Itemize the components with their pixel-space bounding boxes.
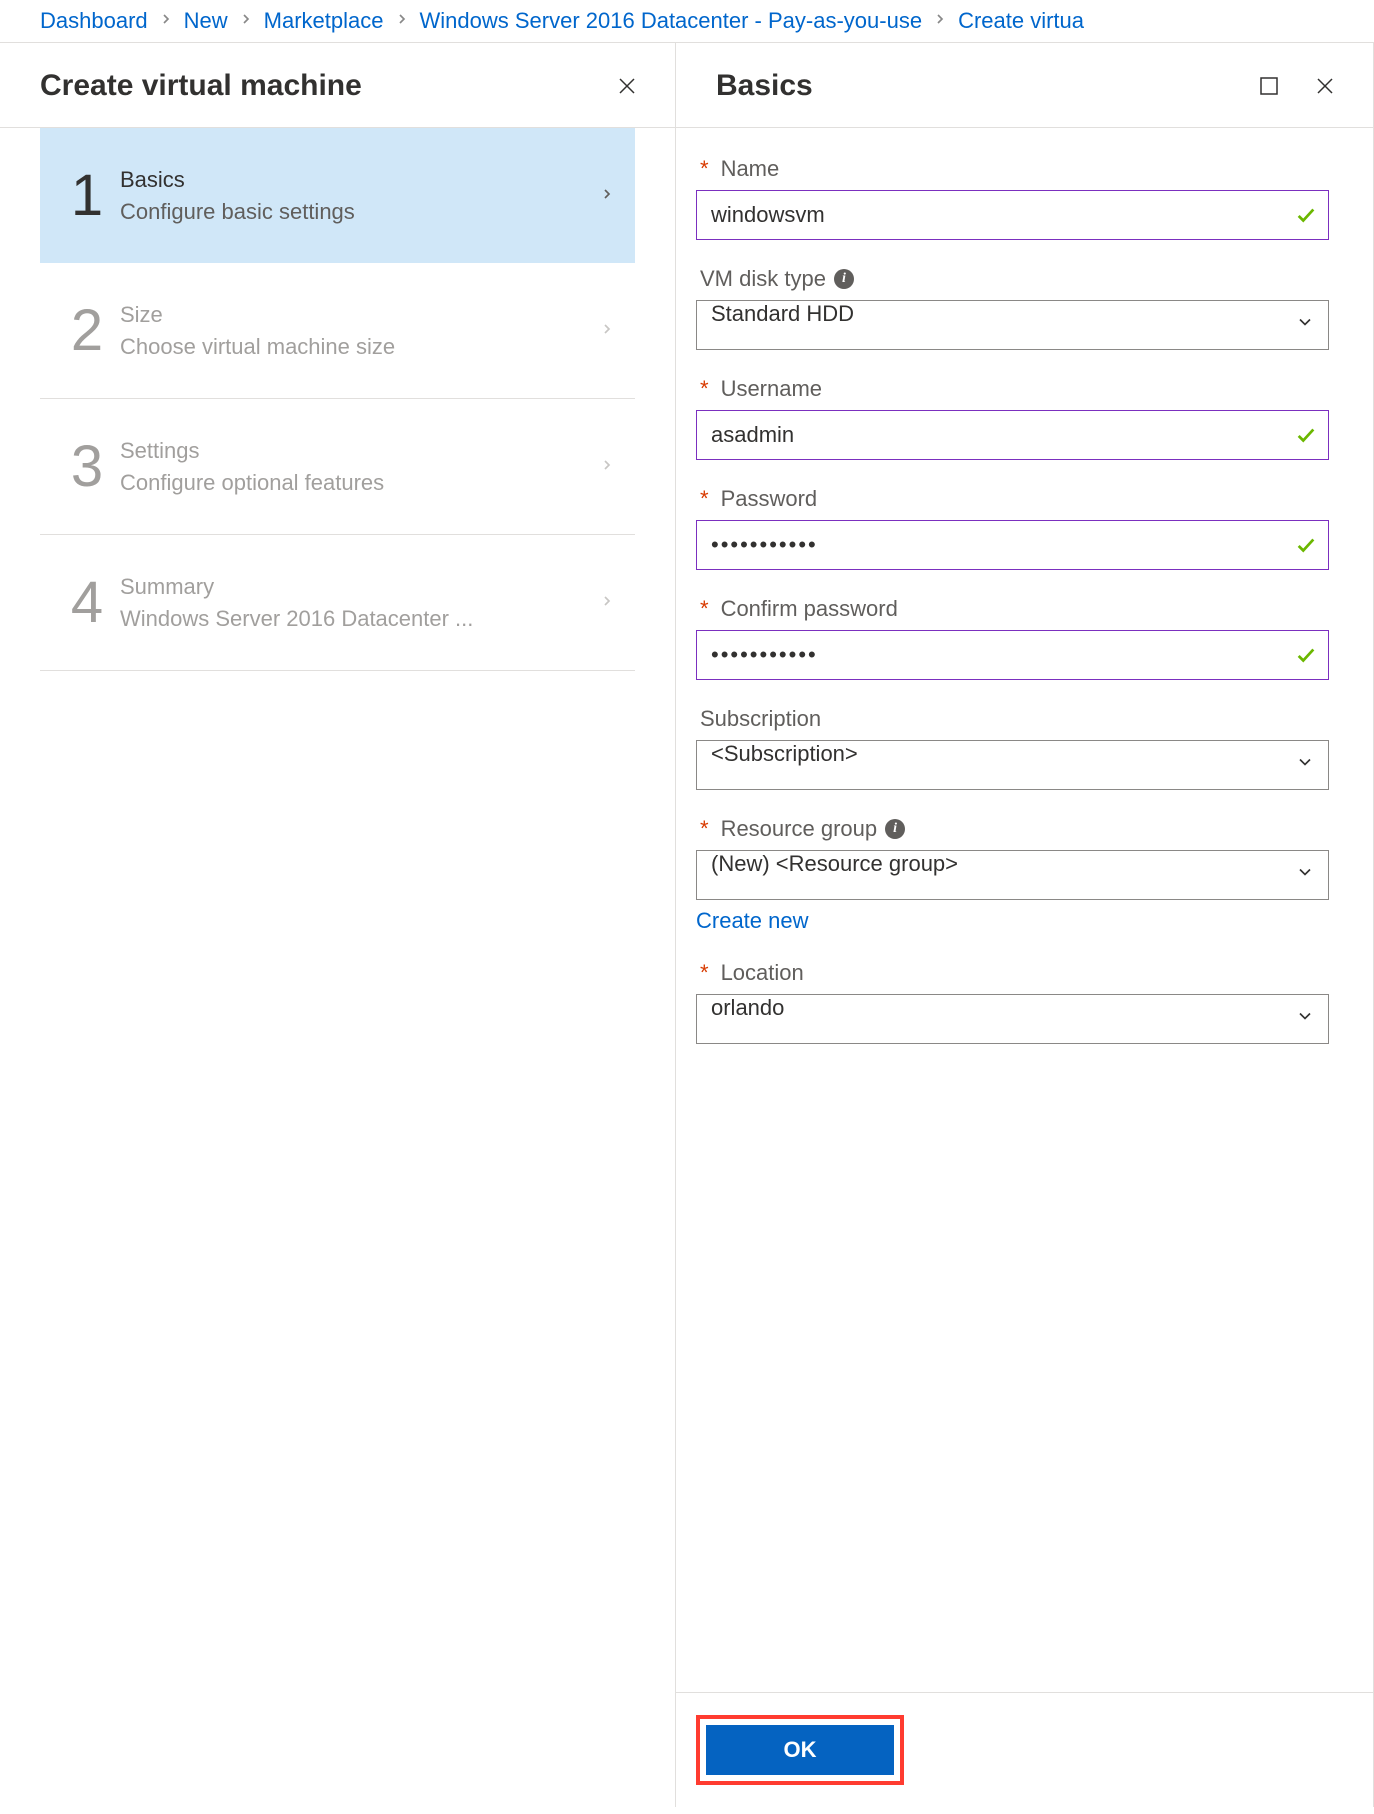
step-number: 1 xyxy=(54,162,120,229)
blade-create-vm: Create virtual machine 1 Basics Configur… xyxy=(0,43,676,1807)
label-subscription: Subscription xyxy=(700,706,821,732)
step-subtitle: Choose virtual machine size xyxy=(120,334,599,360)
ok-button-highlight: OK xyxy=(696,1715,904,1785)
ok-button[interactable]: OK xyxy=(706,1725,894,1775)
label-disk-type: VM disk type xyxy=(700,266,826,292)
step-title: Summary xyxy=(120,574,599,600)
step-title: Size xyxy=(120,302,599,328)
step-settings[interactable]: 3 Settings Configure optional features xyxy=(40,399,635,535)
chevron-down-icon xyxy=(1295,752,1315,778)
chevron-right-icon xyxy=(599,455,615,479)
step-title: Basics xyxy=(120,167,599,193)
chevron-down-icon xyxy=(1295,862,1315,888)
close-icon[interactable] xyxy=(1311,72,1339,100)
step-number: 4 xyxy=(54,569,120,636)
password-input[interactable] xyxy=(696,520,1329,570)
required-marker: * xyxy=(700,156,709,182)
blade-footer: OK xyxy=(676,1692,1373,1807)
step-title: Settings xyxy=(120,438,599,464)
label-username: Username xyxy=(721,376,822,402)
check-icon xyxy=(1295,534,1317,556)
wizard-steps: 1 Basics Configure basic settings 2 Size… xyxy=(0,128,675,671)
blade-title-left: Create virtual machine xyxy=(40,69,362,103)
step-number: 3 xyxy=(54,433,120,500)
field-name: * Name xyxy=(696,156,1329,240)
required-marker: * xyxy=(700,816,709,842)
chevron-right-icon xyxy=(158,11,174,32)
blade-header-left: Create virtual machine xyxy=(0,43,675,128)
field-disk-type: VM disk type i Standard HDD xyxy=(696,266,1329,350)
breadcrumb-new[interactable]: New xyxy=(184,8,228,34)
required-marker: * xyxy=(700,596,709,622)
chevron-right-icon xyxy=(599,319,615,343)
info-icon[interactable]: i xyxy=(834,269,854,289)
subscription-select[interactable]: <Subscription> xyxy=(696,740,1329,790)
field-password: * Password xyxy=(696,486,1329,570)
label-resource-group: Resource group xyxy=(721,816,878,842)
field-resource-group: * Resource group i (New) <Resource group… xyxy=(696,816,1329,934)
label-name: Name xyxy=(721,156,780,182)
breadcrumb-dashboard[interactable]: Dashboard xyxy=(40,8,148,34)
step-subtitle: Windows Server 2016 Datacenter ... xyxy=(120,606,599,632)
username-input[interactable] xyxy=(696,410,1329,460)
chevron-right-icon xyxy=(932,11,948,32)
chevron-right-icon xyxy=(599,184,615,208)
blade-basics: Basics * Name xyxy=(676,43,1374,1807)
required-marker: * xyxy=(700,376,709,402)
resource-group-select[interactable]: (New) <Resource group> xyxy=(696,850,1329,900)
chevron-right-icon xyxy=(599,591,615,615)
name-input[interactable] xyxy=(696,190,1329,240)
label-password: Password xyxy=(721,486,818,512)
required-marker: * xyxy=(700,960,709,986)
step-summary[interactable]: 4 Summary Windows Server 2016 Datacenter… xyxy=(40,535,635,671)
field-confirm-password: * Confirm password xyxy=(696,596,1329,680)
breadcrumb-create-virtual[interactable]: Create virtua xyxy=(958,8,1084,34)
chevron-right-icon xyxy=(394,11,410,32)
field-location: * Location orlando xyxy=(696,960,1329,1044)
step-subtitle: Configure optional features xyxy=(120,470,599,496)
disk-type-select[interactable]: Standard HDD xyxy=(696,300,1329,350)
label-confirm-password: Confirm password xyxy=(721,596,898,622)
step-subtitle: Configure basic settings xyxy=(120,199,599,225)
step-number: 2 xyxy=(54,297,120,364)
create-new-link[interactable]: Create new xyxy=(696,908,809,934)
blade-header-right: Basics xyxy=(676,43,1373,128)
info-icon[interactable]: i xyxy=(885,819,905,839)
field-subscription: Subscription <Subscription> xyxy=(696,706,1329,790)
check-icon xyxy=(1295,424,1317,446)
breadcrumb-marketplace[interactable]: Marketplace xyxy=(264,8,384,34)
step-basics[interactable]: 1 Basics Configure basic settings xyxy=(40,128,635,263)
breadcrumb-windows-server[interactable]: Windows Server 2016 Datacenter - Pay-as-… xyxy=(420,8,923,34)
field-username: * Username xyxy=(696,376,1329,460)
required-marker: * xyxy=(700,486,709,512)
location-select[interactable]: orlando xyxy=(696,994,1329,1044)
check-icon xyxy=(1295,204,1317,226)
breadcrumb: Dashboard New Marketplace Windows Server… xyxy=(0,0,1374,43)
chevron-down-icon xyxy=(1295,312,1315,338)
label-location: Location xyxy=(721,960,804,986)
basics-form: * Name VM disk type i Standard HDD xyxy=(676,128,1373,1692)
close-icon[interactable] xyxy=(613,72,641,100)
step-size[interactable]: 2 Size Choose virtual machine size xyxy=(40,263,635,399)
check-icon xyxy=(1295,644,1317,666)
confirm-password-input[interactable] xyxy=(696,630,1329,680)
maximize-icon[interactable] xyxy=(1255,72,1283,100)
chevron-right-icon xyxy=(238,11,254,32)
chevron-down-icon xyxy=(1295,1006,1315,1032)
blade-title-right: Basics xyxy=(716,69,813,103)
